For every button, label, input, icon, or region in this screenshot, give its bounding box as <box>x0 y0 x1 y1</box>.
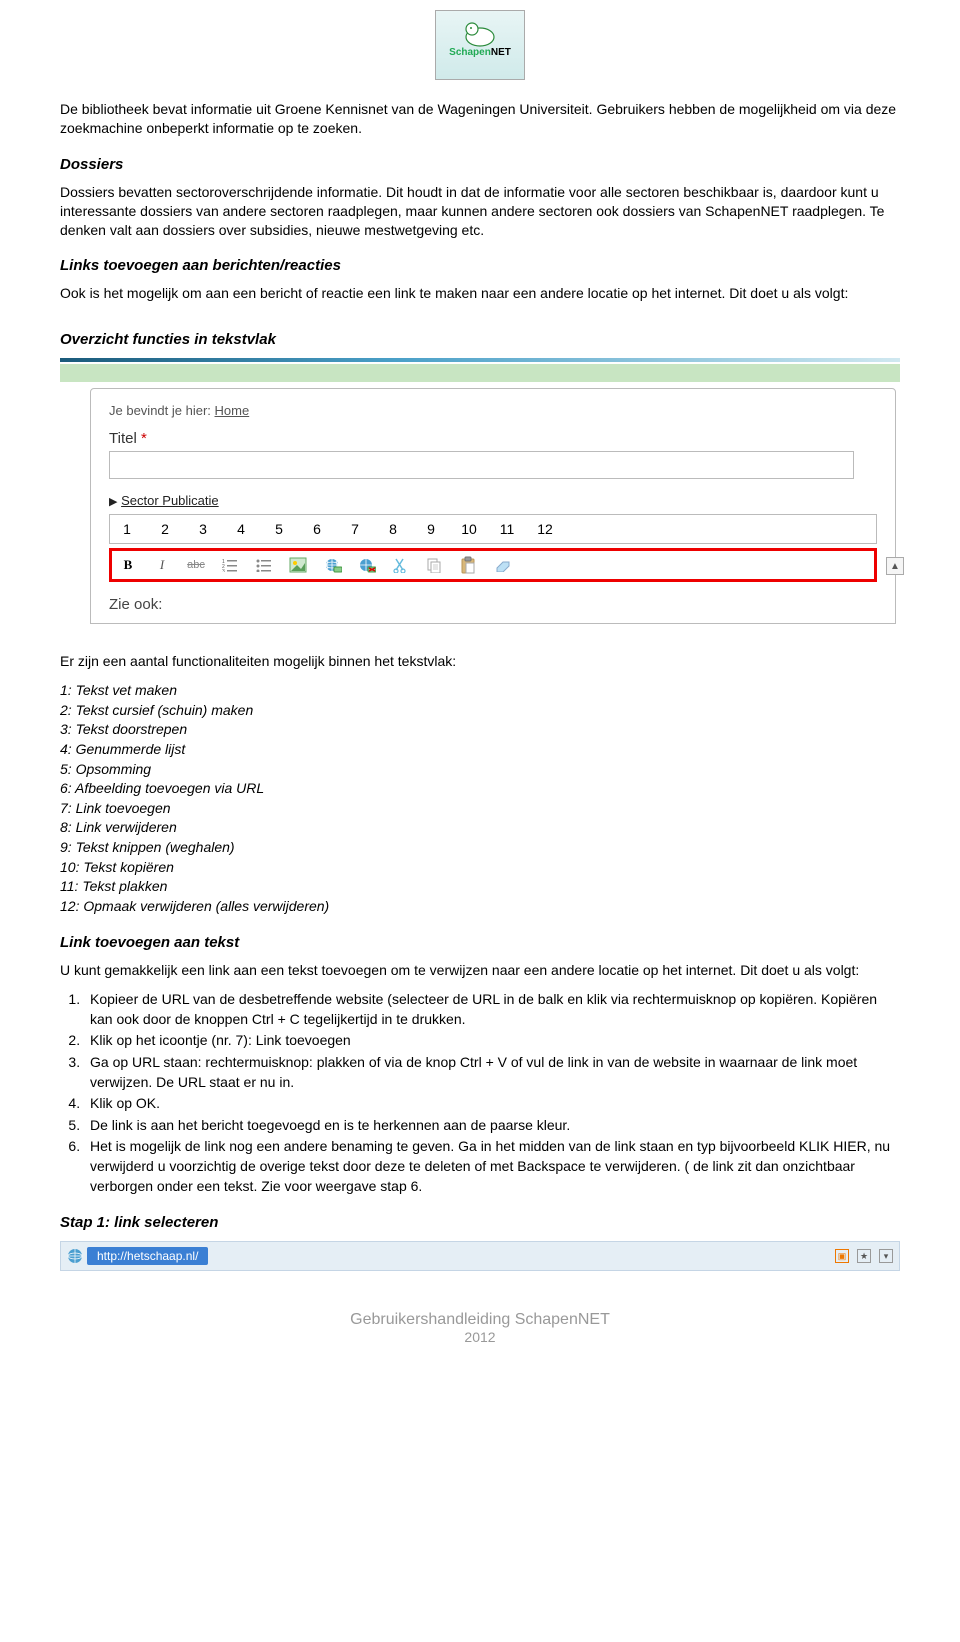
required-asterisk: * <box>141 430 147 447</box>
steps-list: Kopieer de URL van de desbetreffende web… <box>84 990 900 1196</box>
footer-title: Gebruikershandleiding SchapenNET <box>350 1311 610 1328</box>
func-8: 8: Link verwijderen <box>60 818 900 838</box>
func-11: 11: Tekst plakken <box>60 877 900 897</box>
sector-label: Sector Publicatie <box>121 493 219 508</box>
url-text[interactable]: http://hetschaap.nl/ <box>87 1247 208 1265</box>
title-label: Titel * <box>109 430 877 447</box>
num-4: 4 <box>232 521 250 537</box>
num-1: 1 <box>118 521 136 537</box>
step-3: Ga op URL staan: rechtermuisknop: plakke… <box>84 1053 900 1092</box>
intro-paragraph: De bibliotheek bevat informatie uit Groe… <box>60 100 900 138</box>
links-paragraph: Ook is het mogelijk om aan een bericht o… <box>60 284 900 303</box>
heading-links-toevoegen: Links toevoegen aan berichten/reacties <box>60 257 900 274</box>
link-icon[interactable] <box>322 555 342 575</box>
dossiers-paragraph: Dossiers bevatten sectoroverschrijdende … <box>60 183 900 240</box>
num-5: 5 <box>270 521 288 537</box>
num-6: 6 <box>308 521 326 537</box>
page-footer: Gebruikershandleiding SchapenNET 2012 <box>60 1311 900 1345</box>
breadcrumb-home-link[interactable]: Home <box>215 403 250 418</box>
func-1: 1: Tekst vet maken <box>60 681 900 701</box>
logo-text-black: NET <box>491 47 511 58</box>
url-bar-right: ▣ ★ ▾ <box>835 1249 893 1263</box>
num-12: 12 <box>536 521 554 537</box>
num-10: 10 <box>460 521 478 537</box>
bookmark-icon[interactable]: ★ <box>857 1249 871 1263</box>
editor-panel: Je bevindt je hier: Home Titel * ▶ Secto… <box>90 388 896 624</box>
func-10: 10: Tekst kopiëren <box>60 858 900 878</box>
functions-list: 1: Tekst vet maken 2: Tekst cursief (sch… <box>60 681 900 916</box>
step-4: Klik op OK. <box>84 1094 900 1114</box>
zie-ook-label: Zie ook: <box>109 596 877 613</box>
image-icon[interactable] <box>288 555 308 575</box>
header-logo: SchapenNET <box>60 10 900 80</box>
step-6: Het is mogelijk de link nog een andere b… <box>84 1137 900 1196</box>
sheep-icon <box>460 15 500 49</box>
toolbar-highlight: B I abc 123 ▲ <box>109 548 877 582</box>
logo-box: SchapenNET <box>435 10 525 80</box>
num-9: 9 <box>422 521 440 537</box>
func-12: 12: Opmaak verwijderen (alles verwijdere… <box>60 897 900 917</box>
func-9: 9: Tekst knippen (weghalen) <box>60 838 900 858</box>
func-7: 7: Link toevoegen <box>60 799 900 819</box>
sector-row[interactable]: ▶ Sector Publicatie <box>109 493 877 508</box>
collapse-up-icon[interactable]: ▲ <box>886 557 904 575</box>
number-row: 1 2 3 4 5 6 7 8 9 10 11 12 <box>109 514 877 544</box>
url-bar: http://hetschaap.nl/ ▣ ★ ▾ <box>60 1241 900 1271</box>
linktekst-paragraph: U kunt gemakkelijk een link aan een teks… <box>60 961 900 980</box>
paste-icon[interactable] <box>458 555 478 575</box>
breadcrumb: Je bevindt je hier: Home <box>109 403 877 418</box>
functions-intro: Er zijn een aantal functionaliteiten mog… <box>60 652 900 671</box>
func-5: 5: Opsomming <box>60 760 900 780</box>
unlink-icon[interactable] <box>356 555 376 575</box>
footer-year: 2012 <box>60 1329 900 1345</box>
step-5: De link is aan het bericht toegevoegd en… <box>84 1116 900 1136</box>
heading-overzicht: Overzicht functies in tekstvlak <box>60 331 900 348</box>
heading-link-toevoegen-tekst: Link toevoegen aan tekst <box>60 934 900 951</box>
gradient-rule <box>60 358 900 362</box>
num-3: 3 <box>194 521 212 537</box>
ordered-list-icon[interactable]: 123 <box>220 555 240 575</box>
title-label-text: Titel <box>109 430 137 447</box>
breadcrumb-prefix: Je bevindt je hier: <box>109 403 215 418</box>
step-2: Klik op het icoontje (nr. 7): Link toevo… <box>84 1031 900 1051</box>
italic-button[interactable]: I <box>152 555 172 575</box>
eraser-icon[interactable] <box>492 555 512 575</box>
feed-icon[interactable]: ▣ <box>835 1249 849 1263</box>
green-strip <box>60 364 900 382</box>
func-6: 6: Afbeelding toevoegen via URL <box>60 779 900 799</box>
heading-stap1: Stap 1: link selecteren <box>60 1214 900 1231</box>
func-3: 3: Tekst doorstrepen <box>60 720 900 740</box>
svg-text:3: 3 <box>222 569 225 572</box>
copy-icon[interactable] <box>424 555 444 575</box>
dropdown-icon[interactable]: ▾ <box>879 1249 893 1263</box>
num-2: 2 <box>156 521 174 537</box>
cut-icon[interactable] <box>390 555 410 575</box>
title-input[interactable] <box>109 451 854 479</box>
logo-text-green: Schapen <box>449 47 491 58</box>
unordered-list-icon[interactable] <box>254 555 274 575</box>
func-2: 2: Tekst cursief (schuin) maken <box>60 701 900 721</box>
globe-icon <box>67 1248 83 1264</box>
step-1: Kopieer de URL van de desbetreffende web… <box>84 990 900 1029</box>
num-7: 7 <box>346 521 364 537</box>
triangle-right-icon: ▶ <box>109 496 117 508</box>
num-11: 11 <box>498 521 516 537</box>
bold-button[interactable]: B <box>118 555 138 575</box>
num-8: 8 <box>384 521 402 537</box>
heading-dossiers: Dossiers <box>60 156 900 173</box>
strikethrough-button[interactable]: abc <box>186 555 206 575</box>
func-4: 4: Genummerde lijst <box>60 740 900 760</box>
